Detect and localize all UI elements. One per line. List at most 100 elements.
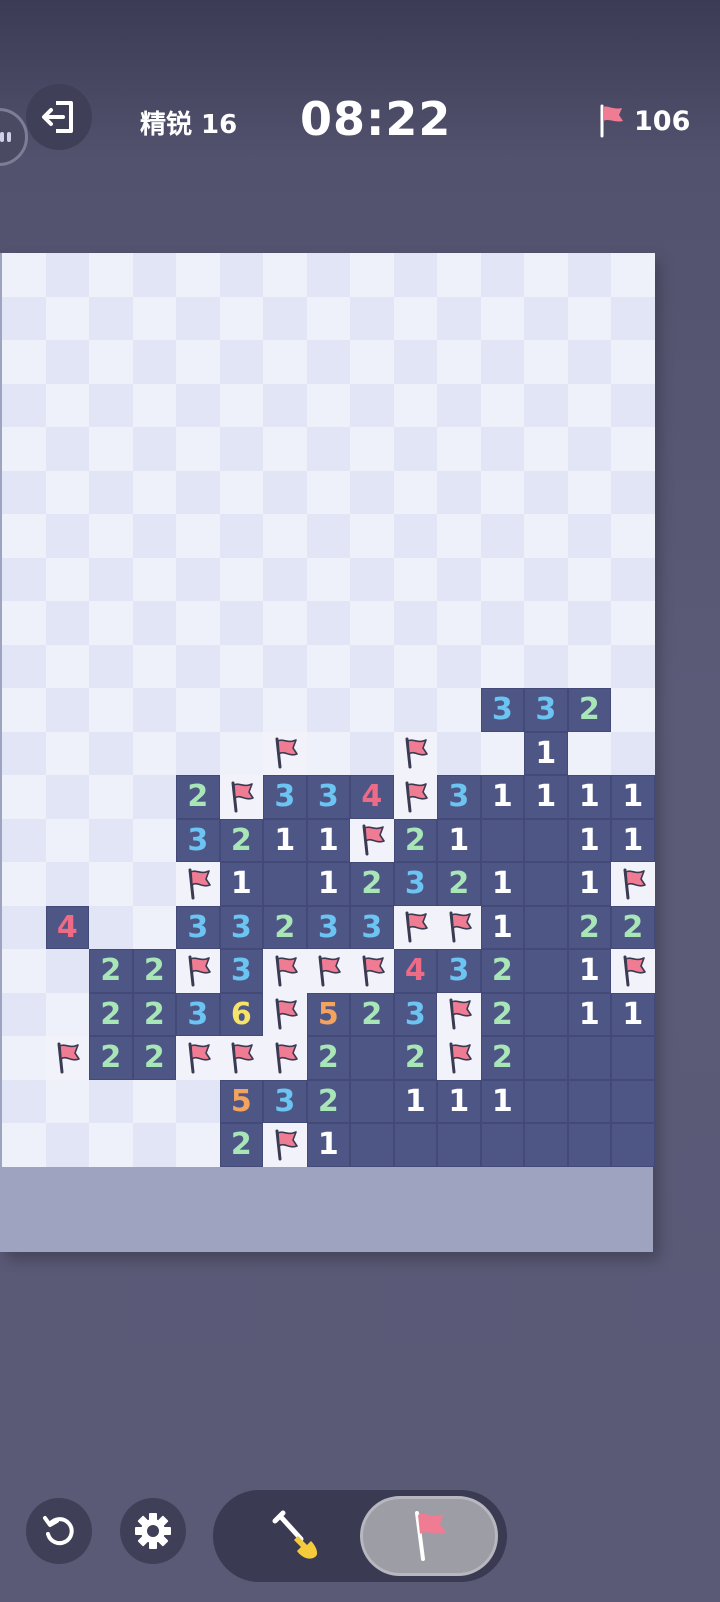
- avatar[interactable]: [0, 108, 28, 166]
- covered-cell[interactable]: [2, 470, 46, 514]
- number-cell[interactable]: 2: [132, 992, 176, 1036]
- flagged-cell[interactable]: [263, 992, 307, 1036]
- covered-cell[interactable]: [2, 949, 46, 993]
- number-cell[interactable]: 2: [437, 862, 481, 906]
- flagged-cell[interactable]: [219, 1036, 263, 1080]
- flagged-cell[interactable]: [393, 905, 437, 949]
- number-cell[interactable]: 1: [611, 775, 655, 819]
- covered-cell[interactable]: [176, 296, 220, 340]
- number-cell[interactable]: 2: [567, 688, 611, 732]
- covered-cell[interactable]: [437, 731, 481, 775]
- covered-cell[interactable]: [2, 862, 46, 906]
- number-cell[interactable]: 1: [306, 1123, 350, 1167]
- number-cell[interactable]: 2: [219, 818, 263, 862]
- covered-cell[interactable]: [132, 644, 176, 688]
- flagged-cell[interactable]: [263, 949, 307, 993]
- number-cell[interactable]: 1: [393, 1079, 437, 1123]
- number-cell[interactable]: 1: [437, 818, 481, 862]
- flagged-cell[interactable]: [437, 992, 481, 1036]
- number-cell[interactable]: 1: [567, 775, 611, 819]
- covered-cell[interactable]: [350, 383, 394, 427]
- flagged-cell[interactable]: [393, 775, 437, 819]
- covered-cell[interactable]: [306, 557, 350, 601]
- number-cell[interactable]: 2: [89, 949, 133, 993]
- number-cell[interactable]: 3: [219, 949, 263, 993]
- covered-cell[interactable]: [524, 644, 568, 688]
- flagged-cell[interactable]: [176, 949, 220, 993]
- number-cell[interactable]: 1: [219, 862, 263, 906]
- covered-cell[interactable]: [89, 818, 133, 862]
- covered-cell[interactable]: [611, 470, 655, 514]
- covered-cell[interactable]: [437, 383, 481, 427]
- covered-cell[interactable]: [306, 514, 350, 558]
- covered-cell[interactable]: [2, 340, 46, 384]
- covered-cell[interactable]: [2, 1036, 46, 1080]
- covered-cell[interactable]: [611, 557, 655, 601]
- flagged-cell[interactable]: [176, 862, 220, 906]
- covered-cell[interactable]: [524, 557, 568, 601]
- covered-cell[interactable]: [132, 688, 176, 732]
- flagged-cell[interactable]: [219, 775, 263, 819]
- covered-cell[interactable]: [393, 514, 437, 558]
- number-cell[interactable]: 2: [480, 1036, 524, 1080]
- covered-cell[interactable]: [176, 557, 220, 601]
- flagged-cell[interactable]: [393, 731, 437, 775]
- covered-cell[interactable]: [524, 383, 568, 427]
- number-cell[interactable]: 2: [611, 905, 655, 949]
- covered-cell[interactable]: [89, 601, 133, 645]
- covered-cell[interactable]: [393, 253, 437, 297]
- covered-cell[interactable]: [132, 818, 176, 862]
- covered-cell[interactable]: [132, 775, 176, 819]
- covered-cell[interactable]: [2, 296, 46, 340]
- covered-cell[interactable]: [611, 731, 655, 775]
- covered-cell[interactable]: [132, 340, 176, 384]
- number-cell[interactable]: 4: [350, 775, 394, 819]
- covered-cell[interactable]: [219, 340, 263, 384]
- covered-cell[interactable]: [45, 383, 89, 427]
- covered-cell[interactable]: [89, 470, 133, 514]
- covered-cell[interactable]: [2, 1079, 46, 1123]
- covered-cell[interactable]: [45, 340, 89, 384]
- covered-cell[interactable]: [437, 514, 481, 558]
- covered-cell[interactable]: [263, 514, 307, 558]
- covered-cell[interactable]: [176, 383, 220, 427]
- covered-cell[interactable]: [437, 644, 481, 688]
- number-cell[interactable]: 1: [263, 818, 307, 862]
- covered-cell[interactable]: [2, 427, 46, 471]
- number-cell[interactable]: 4: [45, 905, 89, 949]
- dig-mode-button[interactable]: [233, 1496, 363, 1576]
- covered-cell[interactable]: [89, 644, 133, 688]
- number-cell[interactable]: 2: [393, 1036, 437, 1080]
- covered-cell[interactable]: [263, 253, 307, 297]
- flagged-cell[interactable]: [176, 1036, 220, 1080]
- number-cell[interactable]: 1: [611, 818, 655, 862]
- covered-cell[interactable]: [132, 427, 176, 471]
- flag-mode-button[interactable]: [360, 1496, 498, 1576]
- number-cell[interactable]: 1: [524, 731, 568, 775]
- flagged-cell[interactable]: [611, 862, 655, 906]
- covered-cell[interactable]: [2, 818, 46, 862]
- covered-cell[interactable]: [350, 557, 394, 601]
- number-cell[interactable]: 1: [480, 1079, 524, 1123]
- covered-cell[interactable]: [89, 688, 133, 732]
- covered-cell[interactable]: [45, 644, 89, 688]
- covered-cell[interactable]: [437, 340, 481, 384]
- covered-cell[interactable]: [89, 514, 133, 558]
- covered-cell[interactable]: [567, 514, 611, 558]
- covered-cell[interactable]: [524, 470, 568, 514]
- covered-cell[interactable]: [132, 557, 176, 601]
- covered-cell[interactable]: [567, 644, 611, 688]
- covered-cell[interactable]: [89, 557, 133, 601]
- covered-cell[interactable]: [45, 1123, 89, 1167]
- covered-cell[interactable]: [176, 731, 220, 775]
- covered-cell[interactable]: [45, 601, 89, 645]
- covered-cell[interactable]: [219, 601, 263, 645]
- covered-cell[interactable]: [393, 383, 437, 427]
- covered-cell[interactable]: [2, 905, 46, 949]
- covered-cell[interactable]: [263, 557, 307, 601]
- covered-cell[interactable]: [524, 253, 568, 297]
- covered-cell[interactable]: [263, 644, 307, 688]
- covered-cell[interactable]: [2, 731, 46, 775]
- covered-cell[interactable]: [437, 427, 481, 471]
- number-cell[interactable]: 2: [132, 1036, 176, 1080]
